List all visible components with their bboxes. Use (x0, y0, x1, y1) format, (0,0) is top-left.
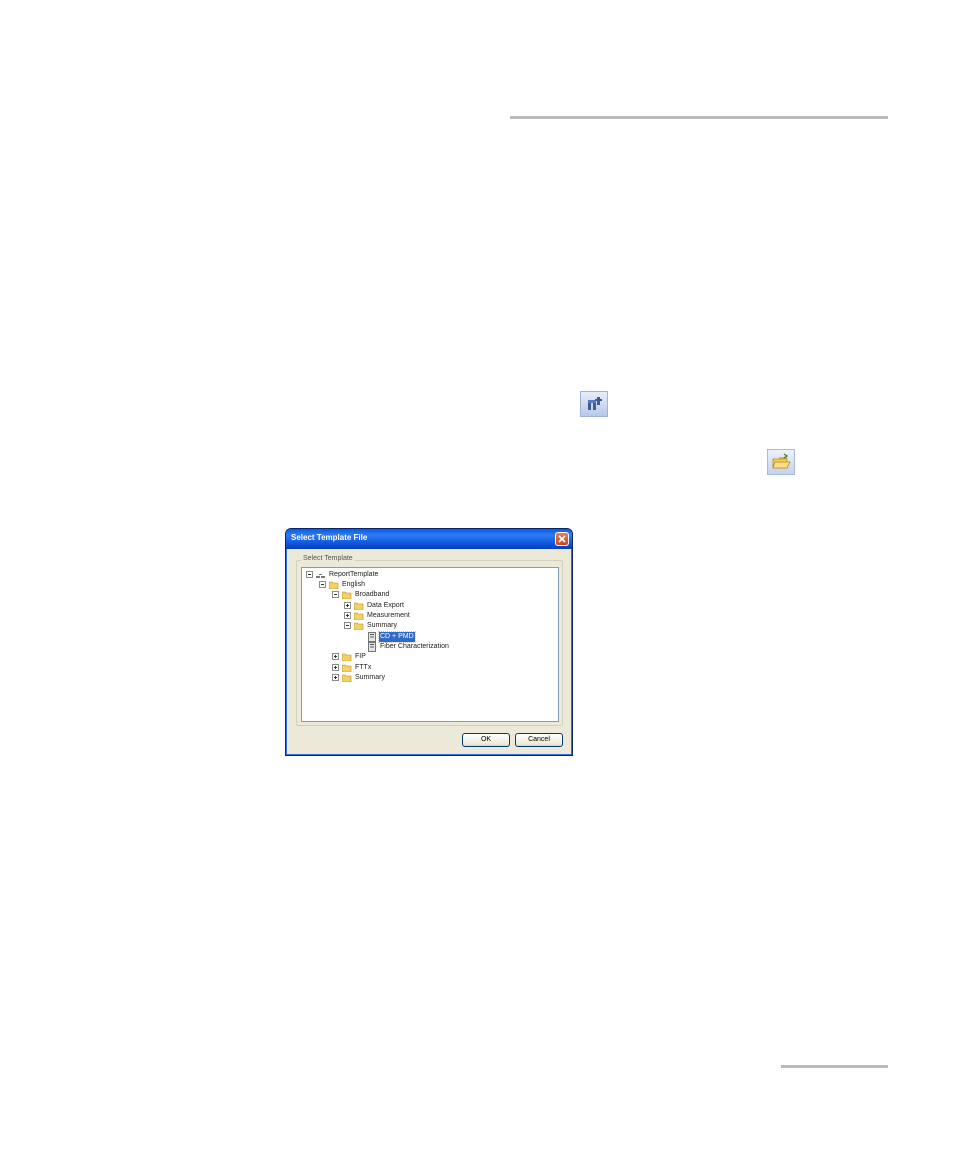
tree-label: Fiber Characterization (380, 643, 449, 650)
group-label: Select Template (301, 555, 355, 562)
collapse-icon[interactable] (319, 581, 326, 588)
report-root-icon (316, 574, 325, 578)
expand-icon[interactable] (344, 612, 351, 619)
open-folder-icon (767, 449, 795, 475)
tree-label: FTTx (355, 664, 372, 671)
folder-icon (354, 612, 364, 620)
tree-label: Measurement (367, 612, 410, 619)
expand-icon[interactable] (332, 653, 339, 660)
tree-label: ReportTemplate (329, 571, 379, 578)
tree-label: Broadband (355, 591, 390, 598)
template-file-icon (368, 632, 376, 642)
close-icon (558, 535, 566, 543)
folder-open-icon (354, 622, 364, 630)
collapse-icon[interactable] (332, 591, 339, 598)
collapse-icon[interactable] (344, 622, 351, 629)
folder-open-icon (342, 591, 352, 599)
tree-label: English (342, 581, 365, 588)
footer-rule (781, 1065, 888, 1068)
tree-label: Summary (367, 622, 397, 629)
dialog-titlebar: Select Template File (286, 529, 572, 549)
select-template-dialog: Select Template File Select Template Rep… (285, 528, 573, 756)
folder-open-icon (329, 581, 339, 589)
dialog-title: Select Template File (291, 533, 368, 542)
expand-icon[interactable] (344, 602, 351, 609)
cancel-button[interactable]: Cancel (515, 733, 563, 747)
tree-label: Summary (355, 674, 385, 681)
template-tree[interactable]: ReportTemplate English Broadband Data Ex… (301, 567, 559, 722)
collapse-icon[interactable] (306, 571, 313, 578)
tree-label-selected: CD + PMD (378, 631, 416, 643)
expand-icon[interactable] (332, 674, 339, 681)
find-template-icon (580, 391, 608, 417)
folder-icon (342, 664, 352, 672)
close-button[interactable] (555, 532, 569, 546)
tree-label: FIP (355, 653, 366, 660)
folder-icon (354, 602, 364, 610)
tree-label: Data Export (367, 602, 404, 609)
folder-icon (342, 674, 352, 682)
template-file-icon (368, 642, 376, 652)
ok-button[interactable]: OK (462, 733, 510, 747)
folder-icon (342, 653, 352, 661)
header-rule (510, 116, 888, 119)
expand-icon[interactable] (332, 664, 339, 671)
